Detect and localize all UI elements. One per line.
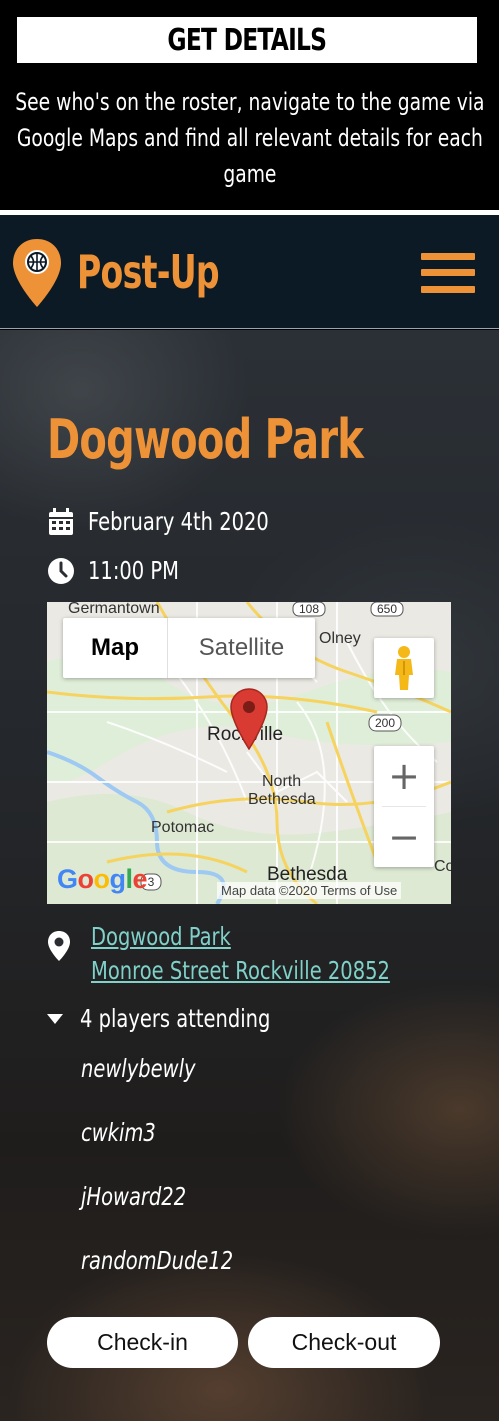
promo-banner: GET DETAILS See who's on the roster, nav…: [0, 0, 499, 210]
game-date: February 4th 2020: [88, 507, 269, 536]
brand-name[interactable]: Post-Up: [77, 245, 220, 299]
map-label-potomac: Potomac: [151, 819, 215, 836]
zoom-in-button[interactable]: +: [374, 746, 434, 806]
location-row: Dogwood Park Monroe Street Rockville 208…: [47, 920, 474, 988]
date-row: February 4th 2020: [47, 507, 320, 536]
route-shield-650: 650: [370, 602, 404, 617]
map-tab-map[interactable]: Map: [63, 618, 167, 678]
route-shield-200: 200: [368, 714, 402, 732]
google-logo[interactable]: Google: [57, 864, 148, 895]
map-label-germantown: Germantown: [68, 602, 160, 617]
svg-text:3: 3: [148, 875, 155, 889]
street-view-pegman-icon[interactable]: [374, 638, 434, 698]
player-item: cwkim3: [81, 1118, 156, 1147]
map-zoom-control: + −: [374, 746, 434, 867]
calendar-icon: [47, 507, 75, 536]
attending-count: 4 players attending: [80, 1004, 271, 1033]
check-out-button[interactable]: Check-out: [248, 1317, 440, 1368]
map-marker-icon[interactable]: [230, 688, 268, 750]
promo-title-box: GET DETAILS: [17, 17, 477, 63]
game-time: 11:00 PM: [88, 556, 179, 585]
time-row: 11:00 PM: [47, 556, 205, 585]
google-map[interactable]: 108 650 200 3 Germantown Olney Rockville…: [47, 602, 451, 904]
player-item: newlybewly: [81, 1054, 196, 1083]
basketball-pin-logo-icon[interactable]: [11, 237, 63, 309]
svg-text:650: 650: [377, 602, 397, 616]
page-title: Dogwood Park: [47, 408, 364, 471]
svg-text:108: 108: [299, 602, 319, 616]
clock-icon: [47, 557, 75, 585]
player-item: jHoward22: [81, 1182, 187, 1211]
hamburger-menu-icon[interactable]: [421, 253, 475, 293]
game-details: Dogwood Park February 4th 2020 11:00 PM: [0, 330, 499, 1421]
map-label-north: North: [262, 773, 302, 790]
attending-toggle[interactable]: 4 players attending: [47, 1004, 324, 1033]
svg-text:200: 200: [375, 716, 395, 730]
map-attribution[interactable]: Map data ©2020 Terms of Use: [217, 882, 402, 899]
location-pin-icon: [47, 930, 71, 988]
map-label-co: Co: [434, 858, 451, 875]
map-tab-satellite[interactable]: Satellite: [167, 618, 315, 678]
caret-down-icon: [47, 1013, 63, 1024]
zoom-out-button[interactable]: −: [374, 807, 434, 867]
promo-description: See who's on the roster, navigate to the…: [15, 84, 484, 192]
map-type-control: Map Satellite: [63, 618, 315, 678]
address-link[interactable]: Monroe Street Rockville 20852: [91, 954, 390, 988]
app-navbar: Post-Up: [0, 215, 499, 329]
promo-title: GET DETAILS: [167, 22, 328, 58]
map-label-north-bethesda: Bethesda: [248, 791, 316, 808]
check-in-button[interactable]: Check-in: [47, 1317, 238, 1368]
player-item: randomDude12: [81, 1246, 234, 1275]
location-name-link[interactable]: Dogwood Park: [91, 920, 390, 954]
route-shield-108: 108: [292, 602, 326, 617]
map-label-olney: Olney: [319, 630, 361, 647]
promo-description-text: See who's on the roster, navigate to the…: [15, 88, 485, 188]
